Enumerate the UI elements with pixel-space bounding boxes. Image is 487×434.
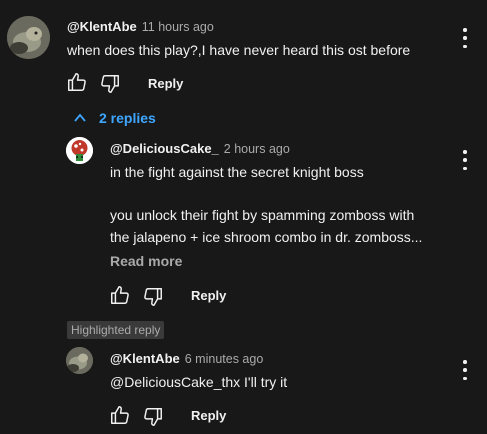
replies-count-label: 2 replies — [99, 110, 156, 126]
comment-author[interactable]: @KlentAbe — [67, 19, 137, 34]
reply-text: @DeliciousCake_thx I'll try it — [110, 374, 288, 390]
thumb-up-icon — [111, 286, 129, 304]
avatar-image — [7, 16, 50, 59]
chevron-up-icon — [74, 113, 86, 122]
reply-text-line: the jalapeno + ice shroom combo in dr. z… — [110, 229, 423, 245]
thumb-down-icon — [144, 288, 162, 306]
reply-header: @KlentAbe 6 minutes ago — [110, 350, 263, 368]
reply-text-line: in the fight against the secret knight b… — [110, 164, 364, 180]
read-more-button[interactable]: Read more — [110, 253, 182, 269]
reply-author[interactable]: @KlentAbe — [110, 351, 180, 366]
like-button[interactable] — [109, 404, 131, 426]
thumb-up-icon — [111, 406, 129, 424]
reply-time[interactable]: 6 minutes ago — [185, 352, 264, 366]
comment-text: when does this play?,I have never heard … — [67, 42, 411, 58]
reply-author[interactable]: @DeliciousCake_ — [110, 141, 219, 156]
reply-button[interactable]: Reply — [148, 76, 183, 91]
reply-button[interactable]: Reply — [191, 408, 226, 423]
dislike-button[interactable] — [142, 286, 164, 308]
reply-menu-icon[interactable] — [461, 150, 469, 170]
comment-time[interactable]: 11 hours ago — [142, 20, 214, 34]
avatar[interactable] — [66, 347, 93, 374]
comment-menu-icon[interactable] — [461, 28, 469, 48]
replies-toggle-button[interactable]: 2 replies — [73, 110, 156, 126]
reply-time[interactable]: 2 hours ago — [224, 142, 290, 156]
avatar[interactable] — [7, 16, 50, 59]
avatar-image — [66, 137, 93, 164]
like-button[interactable] — [66, 71, 88, 93]
avatar[interactable] — [66, 137, 93, 164]
dislike-button[interactable] — [99, 73, 121, 95]
reply-button[interactable]: Reply — [191, 288, 226, 303]
thumb-down-icon — [101, 75, 119, 93]
highlighted-reply-badge: Highlighted reply — [67, 321, 165, 339]
dislike-button[interactable] — [142, 406, 164, 428]
thumb-up-icon — [68, 73, 86, 91]
avatar-image — [66, 347, 93, 374]
reply-text-line: you unlock their fight by spamming zombo… — [110, 207, 415, 223]
reply-header: @DeliciousCake_ 2 hours ago — [110, 140, 290, 158]
like-button[interactable] — [109, 284, 131, 306]
thumb-down-icon — [144, 408, 162, 426]
comment-header: @KlentAbe 11 hours ago — [67, 18, 214, 36]
reply-menu-icon[interactable] — [461, 360, 469, 380]
